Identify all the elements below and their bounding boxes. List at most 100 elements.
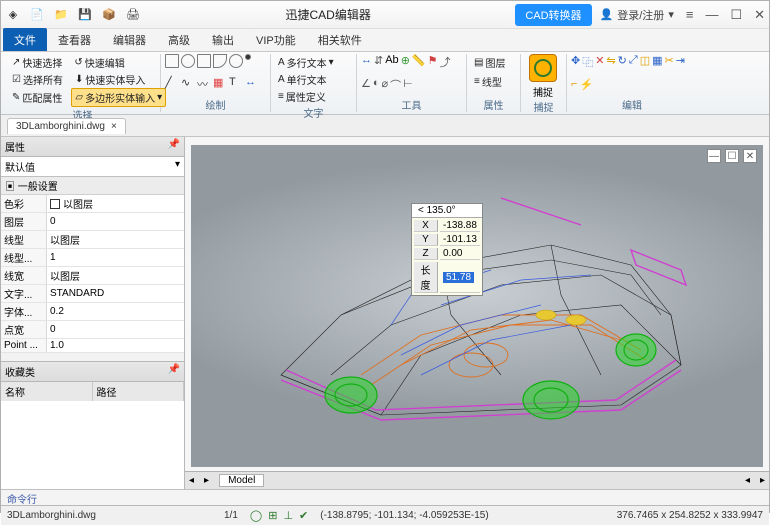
tag-icon[interactable]: ⚑ <box>428 54 438 67</box>
tab-viewer[interactable]: 查看器 <box>47 28 102 51</box>
prop-row-layer[interactable]: 图层0 <box>1 213 184 231</box>
ordinate-icon[interactable]: ⊢ <box>403 77 413 90</box>
document-tab[interactable]: 3DLamborghini.dwg× <box>7 118 126 134</box>
tab-file[interactable]: 文件 <box>3 28 47 51</box>
measure-icon[interactable]: ↔ <box>361 54 372 66</box>
spline-icon[interactable]: 〰 <box>197 76 211 92</box>
region-icon[interactable] <box>197 54 211 68</box>
array-icon[interactable]: ▦ <box>652 54 662 67</box>
prop-row-lweight[interactable]: 线宽以图层 <box>1 267 184 285</box>
find-icon[interactable]: Ab <box>385 54 398 66</box>
quick-edit-button[interactable]: ↺ 快速编辑 <box>71 54 127 71</box>
ruler-icon[interactable]: 📏 <box>412 54 426 67</box>
prop-row-lscale[interactable]: 线型...1 <box>1 249 184 267</box>
save-icon[interactable]: 💾 <box>77 7 93 23</box>
propdef-button[interactable]: ≡ 属性定义 <box>275 88 329 105</box>
delete-icon[interactable]: ✕ <box>595 54 604 67</box>
trim-icon[interactable]: ✂ <box>665 54 674 67</box>
prop-row-fsize[interactable]: 字体...0.2 <box>1 303 184 321</box>
zip-icon[interactable]: 📦 <box>101 7 117 23</box>
close-icon[interactable]: ✕ <box>754 7 765 23</box>
viewport[interactable]: — ☐ ✕ <box>185 137 769 489</box>
hatch-icon[interactable]: ▦ <box>213 76 227 89</box>
radius-icon[interactable]: ◐ <box>373 77 380 89</box>
point-icon[interactable] <box>245 54 251 60</box>
print-icon[interactable]: 🖨 <box>125 7 141 23</box>
scroll-left-icon[interactable]: ◂ <box>745 475 750 486</box>
snap-grid-icon[interactable]: ⊞ <box>268 509 277 522</box>
locate-icon[interactable]: ⊕ <box>401 54 410 67</box>
polygon-input-button[interactable]: ▱ 多边形实体输入 ▾ <box>71 88 166 107</box>
text-icon[interactable]: T <box>229 76 243 88</box>
snap-circle-icon[interactable]: ◯ <box>250 509 262 522</box>
snap-check-icon[interactable]: ✔ <box>299 509 308 522</box>
prop-row-point[interactable]: Point ...1.0 <box>1 339 184 353</box>
login-button[interactable]: 👤 登录/注册 ▾ <box>600 7 674 23</box>
prop-row-color[interactable]: 色彩以图层 <box>1 195 184 213</box>
select-all-button[interactable]: ☑ 选择所有 <box>9 71 66 88</box>
general-settings-section[interactable]: ▣ 一般设置 <box>1 177 184 195</box>
nav-left-icon[interactable]: ◂ <box>189 475 194 486</box>
snap-perp-icon[interactable]: ⊥ <box>283 509 293 522</box>
align-icon[interactable]: ⇵ <box>374 54 383 67</box>
pin-icon[interactable]: 📌 <box>168 364 180 379</box>
mirror-icon[interactable]: ⇋ <box>606 54 615 67</box>
arc-icon[interactable] <box>213 54 227 68</box>
rect-icon[interactable] <box>165 54 179 68</box>
viewport-min-icon[interactable]: — <box>707 149 721 163</box>
command-line[interactable]: 命令行 <box>1 489 769 505</box>
tab-close-icon[interactable]: × <box>111 121 117 132</box>
circle-icon[interactable] <box>181 54 195 68</box>
help-icon[interactable]: ≡ <box>686 7 694 23</box>
offset-icon[interactable]: ◫ <box>640 54 650 67</box>
model-tab[interactable]: Model <box>219 474 264 487</box>
open-icon[interactable]: 📁 <box>53 7 69 23</box>
multiline-text-button[interactable]: A 多行文本 ▾ <box>275 54 337 71</box>
fillet-icon[interactable]: ⌐ <box>571 78 577 90</box>
prop-row-tstyle[interactable]: 文字...STANDARD <box>1 285 184 303</box>
arc-len-icon[interactable]: ⌒ <box>390 77 401 93</box>
pin-icon[interactable]: 📌 <box>168 139 180 154</box>
angle-icon[interactable]: ∠ <box>361 77 371 90</box>
coordinate-tooltip: < 135.0° X-138.88 Y-101.13 Z0.00 长度51.78 <box>411 203 483 296</box>
linetype-button[interactable]: ≡ 线型 <box>471 73 505 90</box>
tab-editor[interactable]: 编辑器 <box>102 28 157 51</box>
copy-icon[interactable]: ⿻ <box>582 54 593 70</box>
prop-row-dot[interactable]: 点宽0 <box>1 321 184 339</box>
diameter-icon[interactable]: ⌀ <box>382 77 389 90</box>
singleline-text-button[interactable]: A 单行文本 <box>275 71 330 88</box>
rotate-icon[interactable]: ↻ <box>618 54 627 67</box>
viewport-max-icon[interactable]: ☐ <box>725 149 739 163</box>
explode-icon[interactable]: ⚡ <box>579 78 593 91</box>
nav-right-icon[interactable]: ▸ <box>204 475 209 486</box>
scale-icon[interactable]: ⤢ <box>629 54 638 67</box>
defaults-dropdown[interactable]: 默认值▾ <box>1 157 184 177</box>
layer-button[interactable]: ▤ 图层 <box>471 54 508 71</box>
polyline-icon[interactable]: ∿ <box>181 76 195 89</box>
tab-related[interactable]: 相关软件 <box>307 28 373 51</box>
canvas-3d[interactable]: — ☐ ✕ <box>191 145 763 467</box>
viewport-close-icon[interactable]: ✕ <box>743 149 757 163</box>
move-icon[interactable]: ✥ <box>571 54 580 67</box>
fav-col-name[interactable]: 名称 <box>1 382 93 401</box>
dim-icon[interactable]: ↔ <box>245 76 259 88</box>
minimize-icon[interactable]: — <box>705 7 718 23</box>
tab-output[interactable]: 输出 <box>201 28 245 51</box>
cad-converter-button[interactable]: CAD转换器 <box>515 4 591 26</box>
scroll-right-icon[interactable]: ▸ <box>760 475 765 486</box>
prop-row-ltype[interactable]: 线型以图层 <box>1 231 184 249</box>
tab-vip[interactable]: VIP功能 <box>245 28 307 51</box>
fast-import-button[interactable]: ⬇ 快速实体导入 <box>72 71 148 88</box>
extend-icon[interactable]: ⇥ <box>676 54 685 67</box>
match-prop-button[interactable]: ✎ 匹配属性 <box>9 88 65 107</box>
line-icon[interactable]: ╱ <box>165 76 179 89</box>
capture-button[interactable]: 捕捉 <box>525 54 561 99</box>
link-icon[interactable]: ⤴ <box>439 54 450 70</box>
maximize-icon[interactable]: ☐ <box>730 7 742 23</box>
ellipse-icon[interactable] <box>229 54 243 68</box>
angle-readout: < 135.0° <box>412 204 482 218</box>
quick-select-button[interactable]: ↗ 快速选择 <box>9 54 65 71</box>
new-icon[interactable]: 📄 <box>29 7 45 23</box>
fav-col-path[interactable]: 路径 <box>93 382 185 401</box>
tab-advanced[interactable]: 高级 <box>157 28 201 51</box>
